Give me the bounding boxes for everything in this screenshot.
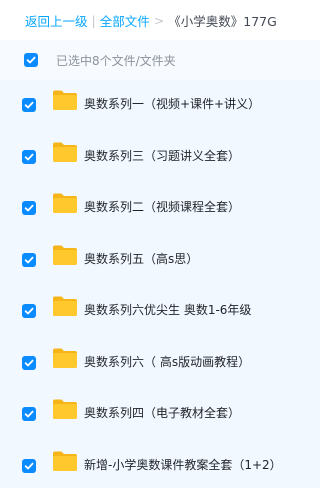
file-checkbox[interactable] xyxy=(22,458,36,473)
checkmark-icon xyxy=(24,307,34,315)
file-name: 新增-小学奥数课件教案全套（1+2） xyxy=(84,457,282,472)
file-checkbox[interactable] xyxy=(22,407,36,421)
file-checkbox[interactable] xyxy=(22,252,36,267)
file-row-1[interactable]: 奥数系列一（视频+课件+讲义） xyxy=(0,80,320,130)
selection-count-label: 已选中8个文件/文件夹 xyxy=(56,54,176,68)
checkmark-icon xyxy=(24,153,34,160)
folder-icon xyxy=(53,193,77,213)
file-list-panel: 已选中8个文件/文件夹 奥数系列一（视频+课件+讲义） 奥数系列三（习题讲义全套… xyxy=(0,40,320,488)
file-name: 奥数系列六（ 高s版动画教程） xyxy=(84,354,251,369)
file-row-3[interactable]: 奥数系列二（视频课程全套） xyxy=(0,183,320,233)
back-link[interactable]: 返回上一级 xyxy=(25,11,88,30)
folder-icon xyxy=(53,142,77,162)
checkmark-icon xyxy=(24,204,34,212)
file-checkbox[interactable] xyxy=(22,355,36,370)
file-row-5[interactable]: 奥数系列六优尖生 奥数1-6年级 xyxy=(0,286,320,336)
all-files-link[interactable]: 全部文件 xyxy=(100,11,150,30)
checkmark-icon xyxy=(24,410,34,418)
breadcrumb: 返回上一级 | 全部文件 > 《小学奥数》177G xyxy=(0,0,320,40)
file-checkbox[interactable] xyxy=(22,201,36,215)
file-name: 奥数系列一（视频+课件+讲义） xyxy=(84,97,261,111)
file-name: 奥数系列四（电子教材全套） xyxy=(84,406,241,420)
folder-icon xyxy=(53,90,77,110)
folder-icon xyxy=(53,451,77,471)
file-row-2[interactable]: 奥数系列三（习题讲义全套） xyxy=(0,132,320,182)
file-row-7[interactable]: 奥数系列四（电子教材全套） xyxy=(0,389,320,439)
folder-icon xyxy=(53,348,77,368)
checkmark-icon xyxy=(24,359,34,366)
folder-icon xyxy=(53,399,77,419)
checkmark-icon xyxy=(24,101,34,109)
checkmark-icon xyxy=(24,462,34,469)
breadcrumb-divider: | xyxy=(91,12,96,28)
file-row-6[interactable]: 奥数系列六（ 高s版动画教程） xyxy=(0,338,320,388)
file-checkbox[interactable] xyxy=(22,304,36,318)
file-checkbox[interactable] xyxy=(22,149,36,164)
checkmark-icon xyxy=(24,256,34,263)
file-name: 奥数系列六优尖生 奥数1-6年级 xyxy=(84,303,252,317)
current-folder-title: 《小学奥数》177G xyxy=(168,13,277,29)
selection-header: 已选中8个文件/文件夹 xyxy=(0,40,320,80)
file-name: 奥数系列二（视频课程全套） xyxy=(84,200,241,214)
checkmark-icon xyxy=(26,56,36,64)
file-row-4[interactable]: 奥数系列五（高s思） xyxy=(0,235,320,285)
breadcrumb-arrow: > xyxy=(153,12,165,28)
select-all-checkbox[interactable] xyxy=(24,53,38,67)
file-row-8[interactable]: 新增-小学奥数课件教案全套（1+2） xyxy=(0,441,320,491)
folder-icon xyxy=(53,245,77,265)
file-name: 奥数系列三（习题讲义全套） xyxy=(84,148,241,163)
folder-icon xyxy=(53,296,77,316)
file-checkbox[interactable] xyxy=(22,98,36,112)
file-name: 奥数系列五（高s思） xyxy=(84,251,199,266)
